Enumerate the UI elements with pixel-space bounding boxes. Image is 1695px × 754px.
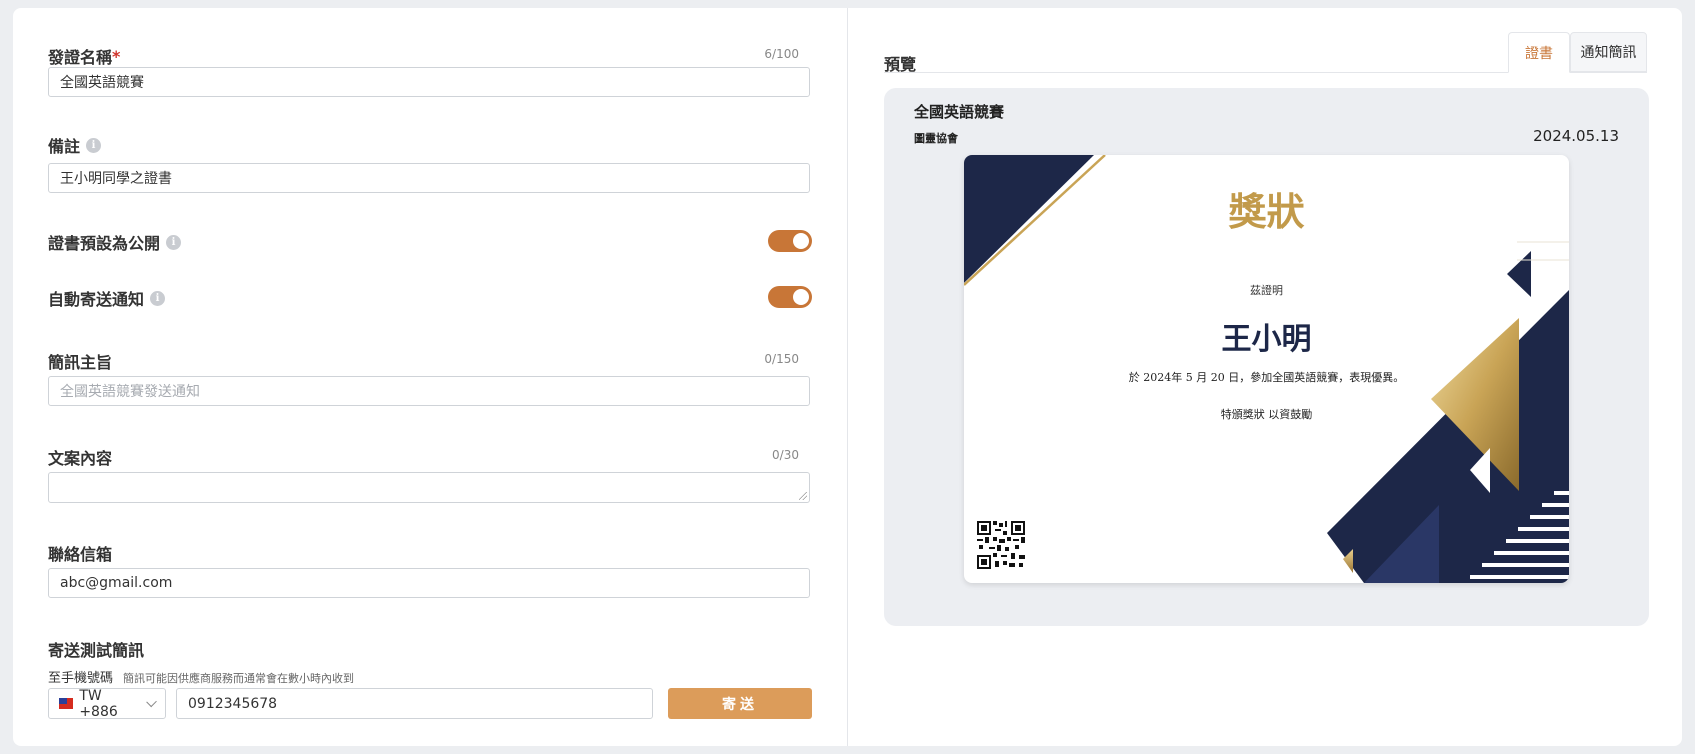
certificate-recipient: 王小明 <box>1221 322 1312 357</box>
toggle-knob <box>793 289 809 305</box>
info-icon[interactable]: i <box>166 234 182 250</box>
cert-name-counter: 6/100 <box>764 47 799 61</box>
country-code-select[interactable]: TW +886 <box>48 688 166 720</box>
certificate-card: 獎狀 茲證明 王小明 於 2024年 5 月 20 日，參加全國英語競賽，表現優… <box>964 155 1569 583</box>
test-sms-label: 寄送測試簡訊 <box>48 641 145 660</box>
certificate-title: 獎狀 <box>1228 189 1305 234</box>
cert-name-label: 發證名稱 * <box>48 46 121 68</box>
auto-notify-label: 自動寄送通知 i <box>48 286 166 310</box>
public-default-toggle[interactable] <box>768 230 812 252</box>
resize-handle[interactable] <box>799 492 807 500</box>
content-counter: 0/30 <box>772 448 799 462</box>
public-default-label: 證書預設為公開 i <box>48 230 182 254</box>
phone-note: 簡訊可能因供應商服務而通常會在數小時內收到 <box>123 672 355 685</box>
preview-date: 2024.05.13 <box>1533 127 1619 145</box>
email-label: 聯絡信箱 <box>48 545 113 564</box>
certificate-closing: 特頒獎狀 以資鼓勵 <box>1220 408 1313 421</box>
taiwan-flag-icon <box>59 698 74 709</box>
sms-subject-counter: 0/150 <box>764 352 799 366</box>
note-input[interactable]: 王小明同學之證書 <box>48 163 810 193</box>
main-panel: 發證名稱 * 6/100 全國英語競賽 備註 i 王小明同學之證書 證書預設為公開… <box>13 8 1682 746</box>
send-button[interactable]: 寄送 <box>668 688 812 719</box>
phone-label: 至手機號碼 簡訊可能因供應商服務而通常會在數小時內收到 <box>48 671 355 686</box>
qr-code-icon[interactable] <box>977 521 1025 569</box>
content-textarea[interactable] <box>48 472 810 503</box>
email-input[interactable]: abc@gmail.com <box>48 568 810 598</box>
phone-input[interactable]: 0912345678 <box>176 688 653 719</box>
sms-subject-input[interactable]: 全國英語競賽發送通知 <box>48 376 810 406</box>
chevron-down-icon <box>145 696 157 707</box>
required-mark: * <box>112 46 121 66</box>
preview-org: 圖靈協會 <box>914 132 958 145</box>
preview-cert-name: 全國英語競賽 <box>914 103 1005 121</box>
certificate-prefix: 茲證明 <box>1250 284 1283 297</box>
tab-sms[interactable]: 通知簡訊 <box>1570 32 1647 72</box>
toggle-knob <box>793 233 809 249</box>
note-label: 備註 i <box>48 133 102 157</box>
sms-subject-label: 簡訊主旨 <box>48 353 113 372</box>
info-icon[interactable]: i <box>150 290 166 306</box>
tab-certificate[interactable]: 證書 <box>1508 32 1570 73</box>
preview-panel: 預覽 證書 通知簡訊 全國英語競賽 圖靈協會 2024.05.13 獎狀 茲證明… <box>848 8 1682 746</box>
auto-notify-toggle[interactable] <box>768 286 812 308</box>
certificate-preview: 全國英語競賽 圖靈協會 2024.05.13 獎狀 茲證明 王小明 於 2024… <box>884 88 1649 626</box>
cert-name-input[interactable]: 全國英語競賽 <box>48 67 810 97</box>
info-icon[interactable]: i <box>86 137 102 153</box>
settings-form: 發證名稱 * 6/100 全國英語競賽 備註 i 王小明同學之證書 證書預設為公開… <box>13 8 847 746</box>
content-label: 文案內容 <box>48 449 113 468</box>
certificate-body: 於 2024年 5 月 20 日，參加全國英語競賽，表現優異。 <box>1128 371 1405 384</box>
